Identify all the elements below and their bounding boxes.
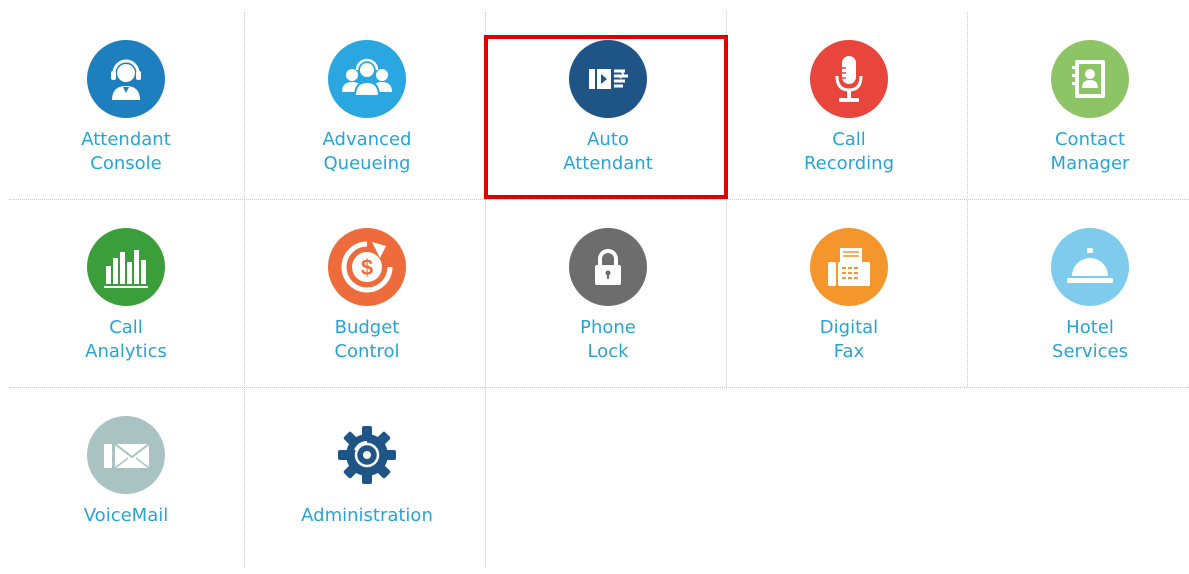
tile-call-analytics[interactable]: Call Analytics [6,200,246,386]
tile-label: Administration [301,505,433,526]
tile-label: Attendant Console [81,129,171,174]
headset-agent-icon [87,40,165,118]
tile-label: Auto Attendant [563,129,653,174]
tile-label: Phone Lock [580,317,636,362]
service-bell-icon [1051,228,1129,306]
tile-contact-manager[interactable]: Contact Manager [970,12,1189,198]
tile-call-recording[interactable]: Call Recording [729,12,969,198]
tile-voicemail[interactable]: VoiceMail [6,388,246,574]
tile-label: VoiceMail [83,505,169,526]
address-book-icon [1051,40,1129,118]
tile-budget-control[interactable]: $ Budget Control [247,200,487,386]
dollar-target-icon: $ [328,228,406,306]
tile-label: Call Analytics [85,317,167,362]
tile-administration[interactable]: Administration [247,388,487,574]
svg-text:$: $ [361,255,373,280]
tile-advanced-queueing[interactable]: Advanced Queueing [247,12,487,198]
fax-machine-icon [810,228,888,306]
tile-label: Advanced Queueing [322,129,412,174]
tile-label: Digital Fax [819,317,879,362]
gear-icon [328,416,406,494]
tile-label: Budget Control [334,317,400,362]
tile-attendant-console[interactable]: Attendant Console [6,12,246,198]
envelope-icon [87,416,165,494]
microphone-icon [810,40,888,118]
tile-label: Contact Manager [1050,129,1130,174]
agent-group-icon [328,40,406,118]
tile-hotel-services[interactable]: Hotel Services [970,200,1189,386]
tile-auto-attendant[interactable]: Auto Attendant [488,12,728,198]
bar-chart-icon [87,228,165,306]
ivr-menu-icon [569,40,647,118]
padlock-icon [569,228,647,306]
tile-label: Hotel Services [1052,317,1128,362]
tile-phone-lock[interactable]: Phone Lock [488,200,728,386]
tile-digital-fax[interactable]: Digital Fax [729,200,969,386]
tile-label: Call Recording [803,129,895,174]
